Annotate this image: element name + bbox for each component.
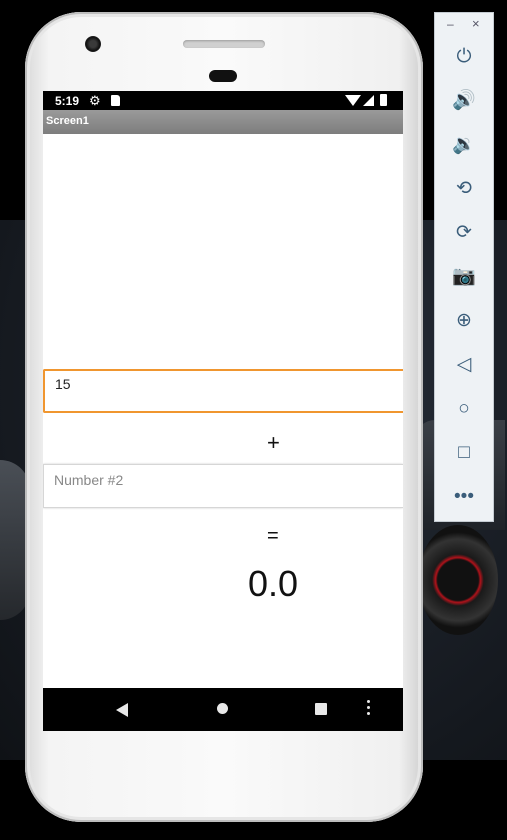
status-bar: 5:19 ⚙ (43, 91, 403, 110)
equals-label: = (267, 525, 279, 547)
operator-label: + (267, 430, 280, 455)
window-controls: – × (435, 16, 493, 33)
proximity-sensor (209, 70, 237, 82)
sd-card-icon (111, 95, 120, 106)
earpiece-speaker (183, 40, 265, 48)
device-screen: 5:19 ⚙ Screen1 + = 0.0 (43, 91, 403, 731)
rotate-right-icon[interactable]: ⟳ (449, 217, 479, 247)
more-icon[interactable]: ••• (449, 481, 479, 511)
settings-icon: ⚙ (89, 93, 101, 108)
wallpaper-car-wheel (418, 525, 498, 635)
close-button[interactable]: × (472, 16, 480, 31)
wifi-icon (345, 95, 361, 106)
front-camera (85, 36, 101, 52)
number2-field[interactable] (43, 464, 403, 508)
power-icon[interactable]: ⏻ (449, 41, 479, 71)
status-time: 5:19 (55, 94, 80, 108)
number1-input[interactable] (45, 371, 403, 411)
number2-input[interactable] (44, 465, 403, 507)
volume-down-icon[interactable]: 🔉 (449, 129, 479, 159)
number1-field[interactable] (43, 369, 403, 413)
rotate-left-icon[interactable]: ⟲ (449, 173, 479, 203)
camera-icon[interactable]: 📷 (449, 261, 479, 291)
overview-icon[interactable]: □ (449, 437, 479, 467)
android-nav-bar (43, 688, 403, 731)
zoom-icon[interactable]: ⊕ (449, 305, 479, 335)
result-label: 0.0 (248, 563, 299, 604)
signal-icon (363, 95, 374, 106)
battery-icon (380, 94, 387, 106)
emulator-toolbar: – × ⏻ 🔊 🔉 ⟲ ⟳ 📷 ⊕ ◁ ○ □ ••• (434, 12, 494, 522)
volume-up-icon[interactable]: 🔊 (449, 85, 479, 115)
nav-back-icon[interactable] (116, 703, 128, 717)
nav-recent-apps-icon[interactable] (315, 703, 327, 715)
nav-more-icon[interactable] (367, 700, 371, 718)
nav-home-icon[interactable] (217, 703, 228, 714)
back-icon[interactable]: ◁ (449, 349, 479, 379)
home-icon[interactable]: ○ (449, 393, 479, 423)
app-title: Screen1 (46, 115, 89, 127)
app-title-bar: Screen1 (43, 110, 403, 134)
minimize-button[interactable]: – (447, 17, 454, 31)
